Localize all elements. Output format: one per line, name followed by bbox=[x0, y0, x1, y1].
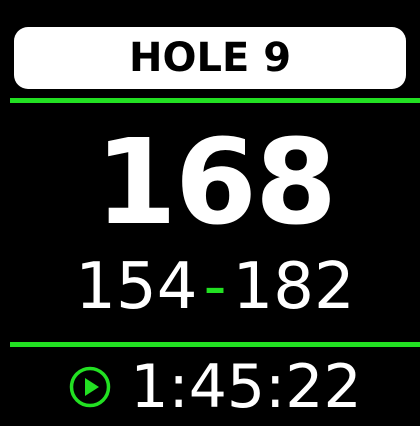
elapsed-time: 1:45:22 bbox=[130, 352, 362, 422]
play-icon[interactable] bbox=[68, 365, 112, 409]
front-distance: 154 bbox=[75, 250, 198, 324]
hole-label: HOLE 9 bbox=[128, 35, 292, 81]
round-timer[interactable]: 1:45:22 bbox=[10, 352, 420, 422]
distance-range: 154-182 bbox=[10, 252, 420, 322]
center-distance: 168 bbox=[94, 113, 337, 251]
back-distance: 182 bbox=[232, 250, 355, 324]
top-divider bbox=[10, 98, 420, 103]
hole-header[interactable]: HOLE 9 bbox=[14, 27, 406, 89]
range-separator: - bbox=[203, 250, 227, 324]
bottom-divider bbox=[10, 342, 420, 347]
